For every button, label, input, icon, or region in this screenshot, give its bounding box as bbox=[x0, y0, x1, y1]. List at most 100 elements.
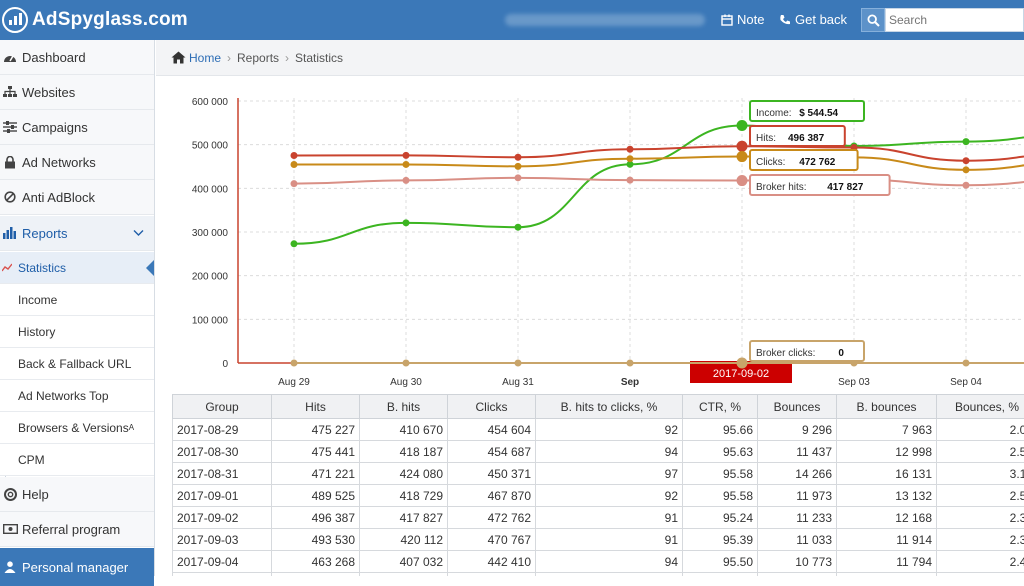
table-cell: 95.58 bbox=[683, 485, 758, 507]
money-icon bbox=[0, 524, 20, 534]
column-header[interactable]: Group bbox=[173, 395, 272, 419]
search-icon bbox=[867, 14, 880, 27]
table-cell: 95.24 bbox=[683, 507, 758, 529]
sidebar-item-dashboard[interactable]: Dashboard bbox=[0, 40, 154, 75]
sidebar-subitem-back-fallback-url[interactable]: Back & Fallback URL bbox=[0, 348, 154, 380]
sitemap-icon bbox=[0, 86, 20, 98]
data-point bbox=[963, 182, 970, 189]
table-cell: 7 963 bbox=[837, 419, 937, 441]
data-point bbox=[403, 161, 410, 168]
y-tick-label: 200 000 bbox=[192, 272, 229, 283]
search-input[interactable] bbox=[885, 8, 1024, 32]
sidebar-item-help[interactable]: Help bbox=[0, 477, 154, 512]
data-point bbox=[515, 163, 522, 170]
breadcrumb-current: Statistics bbox=[295, 51, 343, 65]
chevron-down-icon bbox=[133, 229, 144, 237]
table-row[interactable]: 2017-08-29475 227410 670454 6049295.669 … bbox=[173, 419, 1024, 441]
blurred-account-email bbox=[505, 14, 705, 26]
table-cell: 12 168 bbox=[837, 507, 937, 529]
table-cell: 11 212 bbox=[758, 573, 837, 577]
statistics-table: GroupHitsB. hitsClicksB. hits to clicks,… bbox=[172, 394, 1024, 576]
column-header[interactable]: Clicks bbox=[448, 395, 536, 419]
y-tick-label: 500 000 bbox=[192, 141, 229, 152]
sidebar-item-websites[interactable]: Websites bbox=[0, 75, 154, 110]
statistics-chart[interactable]: 0100 000200 000300 000400 000500 000600 … bbox=[156, 76, 1024, 394]
sidebar-item-campaigns[interactable]: Campaigns bbox=[0, 110, 154, 145]
x-tick-label: Sep 04 bbox=[950, 377, 982, 388]
data-point bbox=[627, 177, 634, 184]
personal-manager-label: Personal manager bbox=[22, 560, 128, 575]
column-header[interactable]: B. hits to clicks, % bbox=[536, 395, 683, 419]
sidebar-item-label: Ad Networks bbox=[22, 155, 96, 170]
sidebar-item-anti-adblock[interactable]: Anti AdBlock bbox=[0, 180, 154, 215]
table-row[interactable]: 2017-08-31471 221424 080450 3719795.5814… bbox=[173, 463, 1024, 485]
sidebar-item-reports[interactable]: Reports bbox=[0, 216, 154, 251]
sidebar-subitem-statistics[interactable]: Statistics bbox=[0, 252, 154, 284]
table-row[interactable]: 2017-09-04463 268407 032442 4109495.5010… bbox=[173, 551, 1024, 573]
table-cell: 11 033 bbox=[758, 529, 837, 551]
phone-icon bbox=[779, 14, 791, 26]
column-header[interactable]: Bounces, % bbox=[937, 395, 1024, 419]
ban-icon bbox=[0, 191, 20, 203]
table-cell: 2017-09-01 bbox=[173, 485, 272, 507]
tooltip-value: 496 387 bbox=[788, 133, 825, 144]
table-cell: 3.17 bbox=[937, 463, 1024, 485]
column-header[interactable]: B. hits bbox=[360, 395, 448, 419]
table-row[interactable]: 2017-09-05481 276421 079461 6739395.9311… bbox=[173, 573, 1024, 577]
breadcrumb: Home › Reports › Statistics bbox=[156, 40, 1024, 76]
highlight-date-label: 2017-09-02 bbox=[713, 368, 769, 380]
data-point bbox=[291, 240, 298, 247]
table-cell: 97 bbox=[536, 463, 683, 485]
get-back-link[interactable]: Get back bbox=[779, 12, 847, 27]
sidebar-subitem-ad-networks-top[interactable]: Ad Networks Top bbox=[0, 380, 154, 412]
tooltip-label: Broker hits: bbox=[756, 182, 807, 193]
breadcrumb-reports[interactable]: Reports bbox=[237, 51, 279, 65]
table-cell: 2017-09-02 bbox=[173, 507, 272, 529]
x-tick-label: Aug 30 bbox=[390, 377, 422, 388]
table-cell: 11 794 bbox=[837, 551, 937, 573]
sidebar-subitem-label: CPM bbox=[18, 453, 45, 467]
tooltip-value: 417 827 bbox=[827, 182, 864, 193]
table-row[interactable]: 2017-08-30475 441418 187454 6879495.6311… bbox=[173, 441, 1024, 463]
note-link[interactable]: Note bbox=[721, 12, 764, 27]
table-cell: 407 032 bbox=[360, 551, 448, 573]
column-header[interactable]: B. bounces bbox=[837, 395, 937, 419]
column-header[interactable]: Hits bbox=[272, 395, 360, 419]
table-row[interactable]: 2017-09-02496 387417 827472 7629195.2411… bbox=[173, 507, 1024, 529]
table-cell: 92 bbox=[536, 419, 683, 441]
sidebar-subitem-browsers-versions[interactable]: Browsers & VersionsA bbox=[0, 412, 154, 444]
sidebar-subitem-label: Statistics bbox=[18, 261, 66, 275]
column-header[interactable]: CTR, % bbox=[683, 395, 758, 419]
table-cell: 14 266 bbox=[758, 463, 837, 485]
table-row[interactable]: 2017-09-03493 530420 112470 7679195.3911… bbox=[173, 529, 1024, 551]
breadcrumb-home-label: Home bbox=[189, 51, 221, 65]
lifebuoy-icon bbox=[0, 488, 20, 501]
breadcrumb-separator: › bbox=[227, 51, 231, 65]
personal-manager-button[interactable]: Personal manager bbox=[0, 548, 154, 586]
table-row[interactable]: 2017-09-01489 525418 729467 8709295.5811… bbox=[173, 485, 1024, 507]
y-tick-label: 100 000 bbox=[192, 315, 229, 326]
data-point bbox=[515, 174, 522, 181]
table-cell: 475 441 bbox=[272, 441, 360, 463]
table-cell: 11 973 bbox=[758, 485, 837, 507]
sidebar-subitem-cpm[interactable]: CPM bbox=[0, 444, 154, 476]
logo[interactable]: AdSpyglass.com bbox=[0, 7, 188, 33]
search-button[interactable] bbox=[861, 8, 885, 32]
sidebar-item-referral-program[interactable]: Referral program bbox=[0, 512, 154, 547]
sidebar-item-label: Referral program bbox=[22, 522, 120, 537]
sidebar: Dashboard Websites Campaigns Ad Networks… bbox=[0, 40, 155, 576]
tooltip-value: $ 544.54 bbox=[799, 108, 838, 119]
data-point bbox=[291, 360, 298, 367]
column-header[interactable]: Bounces bbox=[758, 395, 837, 419]
sidebar-subitem-income[interactable]: Income bbox=[0, 284, 154, 316]
tooltip-value: 0 bbox=[838, 348, 844, 359]
table-cell: 2.04 bbox=[937, 419, 1024, 441]
table-cell: 95.93 bbox=[683, 573, 758, 577]
table-cell: 95.39 bbox=[683, 529, 758, 551]
sidebar-item-ad-networks[interactable]: Ad Networks bbox=[0, 145, 154, 180]
sliders-icon bbox=[0, 121, 20, 133]
breadcrumb-home[interactable]: Home bbox=[171, 51, 221, 65]
table-cell: 2017-09-05 bbox=[173, 573, 272, 577]
sidebar-subitem-history[interactable]: History bbox=[0, 316, 154, 348]
get-back-label: Get back bbox=[795, 12, 847, 27]
